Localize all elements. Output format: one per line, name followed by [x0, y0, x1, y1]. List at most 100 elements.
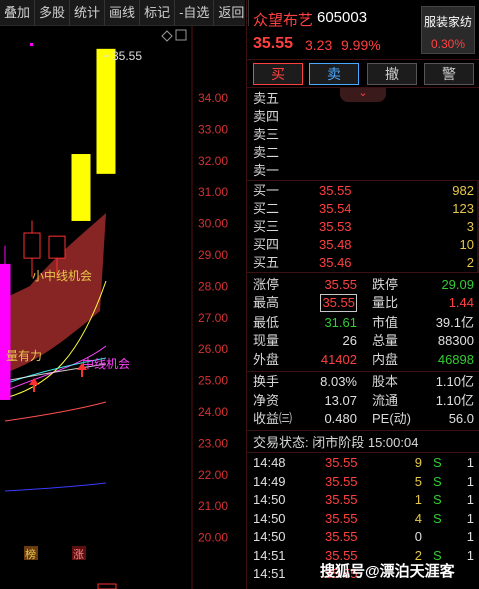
toolbar-remove-watchlist-button[interactable]: -自选 [175, 0, 215, 26]
toolbar-mark-button[interactable]: 标记 [140, 0, 176, 26]
price-tick-label: 26.00 [198, 342, 228, 356]
stats-row: 现量 26 总量 88300 [247, 332, 479, 350]
cancel-order-button[interactable]: 撤 [367, 63, 417, 85]
high-label: 最高 [253, 295, 280, 310]
nav-label: 净资 [253, 393, 280, 408]
bid-row[interactable]: 买二 35.54 123 [247, 200, 479, 218]
alert-button[interactable]: 警 [424, 63, 474, 85]
volume-strong-label: 量有力 [6, 349, 42, 363]
tick-price: 35.55 [325, 492, 358, 507]
price-tick-label: 20.00 [198, 531, 228, 545]
window-icon[interactable] [175, 29, 187, 41]
blue-ma-line [4, 482, 107, 492]
price-axis-labels: 34.00 33.00 32.00 31.00 30.00 29.00 28.00 27.00… [198, 91, 228, 545]
nav-value: 13.07 [324, 393, 357, 408]
tag-bang-label: 榜 [25, 547, 36, 561]
divider [247, 371, 479, 372]
stock-price: 35.55 [253, 35, 294, 52]
trade-status: 交易状态: 闭市阶段 15:00:04 [247, 434, 479, 452]
bid-row[interactable]: 买四 35.48 10 [247, 236, 479, 254]
trade-status-text: 交易状态: 闭市阶段 15:00:04 [253, 435, 419, 450]
diamond-icon[interactable] [161, 30, 173, 42]
bid-price: 35.48 [319, 237, 352, 252]
limit-down-label: 跌停 [372, 277, 399, 292]
tick-row: 14:50 35.55 0 1 [247, 528, 479, 546]
stats-row: 最低 31.61 市值 39.1亿 [247, 314, 479, 332]
tick-price: 35.55 [325, 529, 358, 544]
outer-label: 外盘 [253, 352, 280, 367]
watermark: 搜狐号@漂泊天涯客 [320, 563, 455, 580]
tick-direction: S [433, 492, 442, 507]
bid-volume: 10 [459, 237, 474, 252]
stock-change: 3.23 [305, 37, 333, 53]
bid-price: 35.55 [319, 183, 352, 198]
volume-bar [97, 583, 117, 589]
ask-row[interactable]: 卖三 [247, 126, 479, 144]
sell-button[interactable]: 卖 [309, 63, 359, 85]
divider [247, 180, 479, 181]
capital-value: 1.10亿 [435, 374, 474, 389]
midline-label: 中线机会 [82, 356, 130, 371]
bid-label: 买四 [253, 237, 280, 252]
float-value: 1.10亿 [435, 393, 474, 408]
ask-row[interactable]: 卖二 [247, 144, 479, 162]
ask-label: 卖一 [253, 163, 280, 178]
price-tick-label: 34.00 [198, 91, 228, 105]
trade-buttons: 买 卖 撤 警 [247, 60, 479, 88]
toolbar-back-button[interactable]: 返回 [214, 0, 250, 26]
price-tick-label: 23.00 [198, 436, 228, 450]
current-vol-label: 现量 [253, 333, 280, 348]
ask-label: 卖二 [253, 145, 280, 160]
bid-row[interactable]: 买三 35.53 3 [247, 218, 479, 236]
tick-row: 14:48 35.55 9 S 1 [247, 454, 479, 472]
tick-time: 14:50 [253, 529, 286, 544]
tick-row: 14:50 35.55 4 S 1 [247, 510, 479, 528]
stock-name[interactable]: 众望布艺 [253, 9, 313, 30]
red-ma-line [4, 401, 107, 422]
outer-value: 41402 [320, 352, 357, 367]
ask-row[interactable]: 卖四 [247, 108, 479, 126]
candle [0, 245, 11, 400]
divider [247, 272, 479, 273]
divider [247, 430, 479, 431]
tick-volume: 4 [414, 510, 422, 526]
price-tick-label: 32.00 [198, 154, 228, 168]
price-tick-label: 21.00 [198, 499, 228, 513]
bid-label: 买二 [253, 201, 280, 216]
tick-count: 1 [466, 492, 474, 507]
bid-row[interactable]: 买一 35.55 982 [247, 182, 479, 200]
stock-change-pct: 9.99% [341, 37, 381, 53]
toolbar-multi-stock-button[interactable]: 多股 [35, 0, 71, 26]
toolbar-draw-line-button[interactable]: 画线 [105, 0, 141, 26]
price-tick-label: 25.00 [198, 374, 228, 388]
limit-down-value: 29.09 [441, 277, 474, 292]
bid-label: 买五 [253, 255, 280, 270]
current-vol-value: 26 [342, 333, 357, 348]
float-label: 流通 [372, 393, 399, 408]
sector-box[interactable]: 服装家纺 0.30% [421, 6, 475, 54]
bid-row[interactable]: 买五 35.46 2 [247, 254, 479, 272]
price-tick-label: 33.00 [198, 122, 228, 136]
ask-row[interactable]: 卖一 [247, 162, 479, 180]
toolbar-overlay-button[interactable]: 叠加 [0, 0, 36, 26]
tick-volume: 9 [414, 455, 422, 470]
tick-price: 35.55 [325, 510, 358, 526]
sector-pct: 0.30% [430, 37, 466, 51]
stats-row: 换手 8.03% 股本 1.10亿 [247, 373, 479, 391]
toolbar-stats-button[interactable]: 统计 [70, 0, 106, 26]
bid-price: 35.46 [319, 255, 352, 270]
stock-header: 众望布艺 605003 35.55 3.23 9.99% 服装家纺 0.30% [247, 0, 479, 60]
bid-label: 买一 [253, 183, 280, 198]
kline-chart[interactable]: 34.00 33.00 32.00 31.00 30.00 29.00 28.00 27.00… [0, 26, 245, 589]
kline-svg[interactable]: 34.00 33.00 32.00 31.00 30.00 29.00 28.00 27.00… [0, 26, 245, 589]
tick-volume: 0 [414, 529, 422, 544]
tick-time: 14:51 [253, 547, 286, 563]
stats-row: 外盘 41402 内盘 46898 [247, 351, 479, 369]
buy-button[interactable]: 买 [253, 63, 303, 85]
tick-row: 14:49 35.55 5 S 1 [247, 473, 479, 491]
ask-row[interactable]: 卖五 [247, 90, 479, 108]
bid-price: 35.53 [319, 219, 352, 234]
tick-price: 35.55 [325, 473, 358, 489]
bid-label: 买三 [253, 219, 280, 234]
chart-toolbar: 叠加 多股 统计 画线 标记 -自选 返回 [0, 0, 250, 26]
